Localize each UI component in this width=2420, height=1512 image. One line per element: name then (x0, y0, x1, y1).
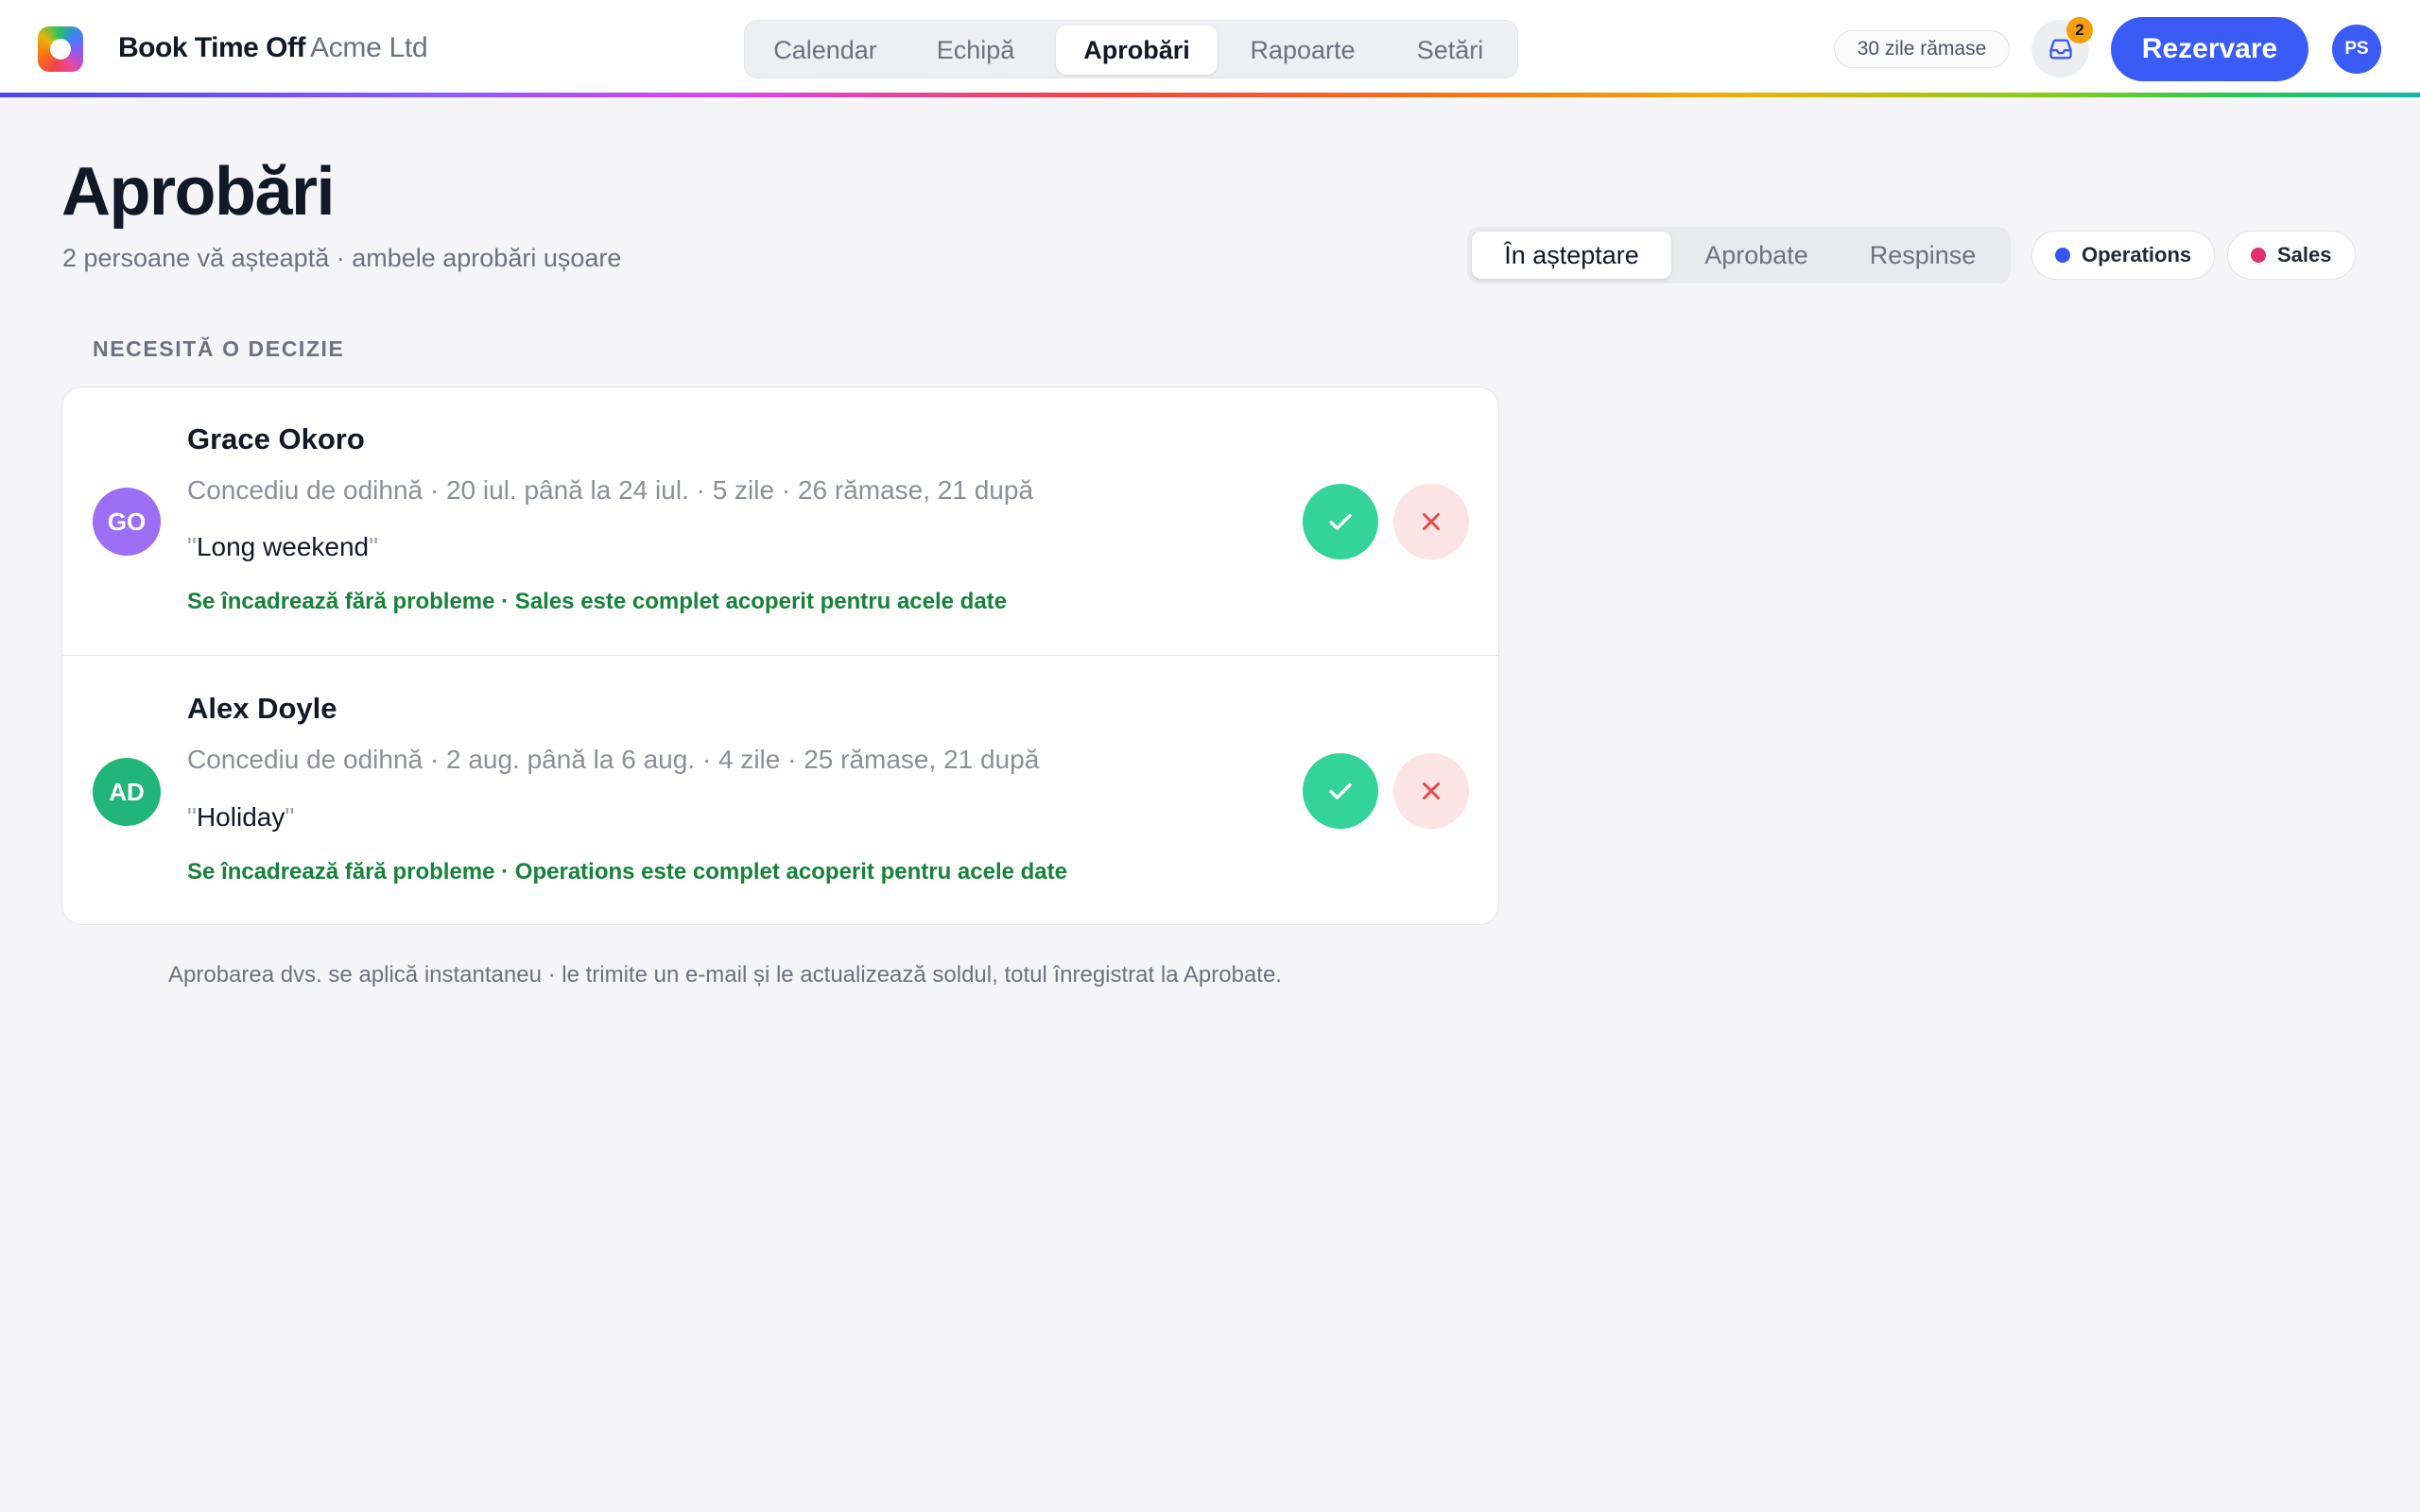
requester-avatar: AD (93, 758, 161, 826)
tab-pending[interactable]: În așteptare (1472, 232, 1671, 279)
requester-avatar: GO (93, 488, 161, 556)
nav-item-calendar[interactable]: Calendar (750, 26, 901, 75)
status-filter-tabs: În așteptare Aprobate Respinse (1467, 227, 2011, 284)
request-note: "Long weekend" (187, 532, 379, 561)
coverage-status: Se încadrează fără probleme · Operations… (187, 859, 1067, 885)
app-logo[interactable] (38, 26, 83, 72)
nav-item-reports[interactable]: Rapoarte (1219, 26, 1386, 75)
nav-item-approvals[interactable]: Aprobări (1056, 26, 1218, 75)
top-bar: Book Time Off Acme Ltd Calendar Echipă A… (0, 0, 2420, 97)
approve-button[interactable] (1303, 484, 1378, 559)
inbox-count-badge: 2 (2066, 17, 2093, 43)
check-icon (1329, 513, 1352, 530)
requester-name: Alex Doyle (187, 692, 337, 725)
close-icon (1423, 782, 1440, 799)
book-time-off-button[interactable]: Rezervare (2111, 17, 2308, 81)
accent-divider (0, 93, 2420, 97)
tab-approved[interactable]: Aprobate (1675, 232, 1838, 279)
team-filter-operations[interactable]: Operations (2031, 231, 2215, 280)
nav-item-team[interactable]: Echipă (901, 26, 1050, 75)
nav-item-settings[interactable]: Setări (1386, 26, 1514, 75)
coverage-status: Se încadrează fără probleme · Sales este… (187, 589, 1008, 614)
requester-name: Grace Okoro (187, 422, 365, 455)
main-nav: Calendar Echipă Aprobări Rapoarte Setări (744, 20, 1518, 78)
company-name: Acme Ltd (310, 32, 428, 63)
tab-rejected[interactable]: Respinse (1840, 232, 2006, 279)
approve-button[interactable] (1303, 753, 1378, 829)
user-avatar[interactable]: PS (2332, 25, 2381, 74)
page-title: Aprobări (61, 154, 336, 230)
check-icon (1329, 782, 1352, 799)
reject-button[interactable] (1393, 753, 1469, 829)
requests-card: GO Grace Okoro Concediu de odihnă · 20 i… (61, 387, 1499, 925)
team-filter-label: Sales (2277, 243, 2332, 266)
team-filter-sales[interactable]: Sales (2227, 231, 2356, 280)
request-note: "Holiday" (187, 802, 295, 832)
request-details: Concediu de odihnă · 20 iul. până la 24 … (187, 475, 1034, 505)
reject-button[interactable] (1393, 484, 1469, 559)
request-row: AD Alex Doyle Concediu de odihnă · 2 aug… (62, 655, 1498, 923)
page-subtitle: 2 persoane vă așteaptă · ambele aprobări… (62, 244, 622, 272)
team-filter-label: Operations (2082, 243, 2192, 266)
close-icon (1423, 513, 1440, 530)
request-row: GO Grace Okoro Concediu de odihnă · 20 i… (62, 387, 1498, 656)
section-label: NECESITĂ O DECIZIE (93, 336, 345, 361)
footer-note: Aprobarea dvs. se aplică instantaneu · l… (168, 962, 1282, 988)
team-color-dot (2055, 248, 2070, 263)
request-details: Concediu de odihnă · 2 aug. până la 6 au… (187, 745, 1040, 774)
brand-name: Book Time Off (118, 32, 305, 63)
team-color-dot (2251, 248, 2266, 263)
days-remaining-badge: 30 zile rămase (1834, 30, 2010, 68)
